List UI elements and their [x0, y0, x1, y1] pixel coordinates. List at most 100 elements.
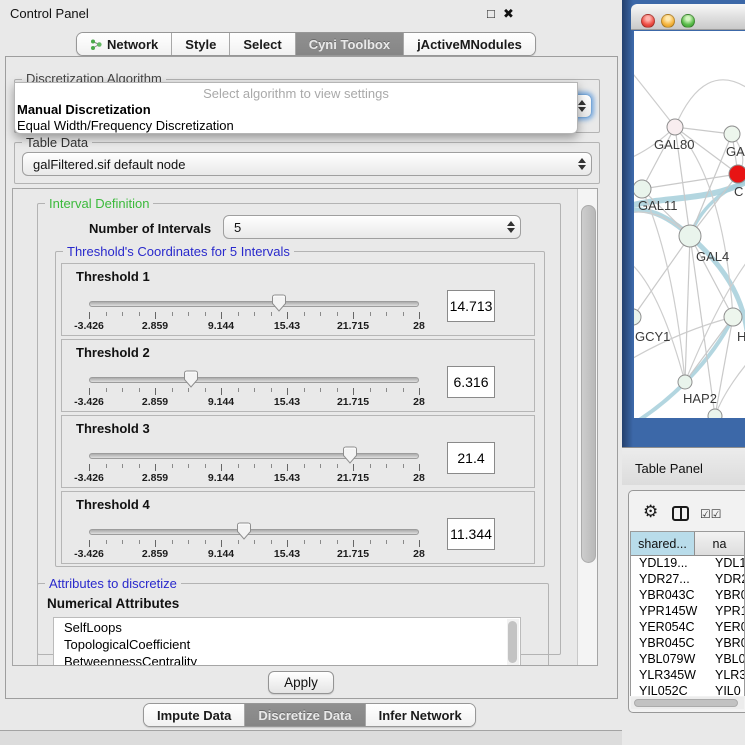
- list-item[interactable]: SelfLoops: [54, 618, 520, 635]
- slider-tick-labels: -3.4262.8599.14415.4321.71528: [89, 320, 419, 332]
- slider-ticks: [89, 464, 419, 472]
- settings-scroll-area: Interval Definition Number of Intervals …: [12, 188, 598, 666]
- network-node[interactable]: [667, 119, 683, 135]
- table-row[interactable]: YBR045CYBR0: [631, 636, 745, 652]
- list-item[interactable]: BetweennessCentrality: [54, 652, 520, 666]
- apply-button[interactable]: Apply: [268, 671, 334, 694]
- minor-tick: [254, 464, 255, 468]
- network-canvas[interactable]: GAL80GACGAL11GAL4GCY1HHAP2: [634, 31, 745, 418]
- slider-thumb[interactable]: [183, 370, 199, 388]
- numerical-attributes-list[interactable]: SelfLoopsTopologicalCoefficientBetweenne…: [53, 617, 521, 666]
- network-node[interactable]: [729, 165, 745, 183]
- network-edge[interactable]: [642, 174, 738, 189]
- tick-label: 28: [391, 396, 447, 408]
- dropdown-option-equal-width[interactable]: Equal Width/Frequency Discretization: [15, 117, 577, 133]
- network-node[interactable]: [724, 308, 742, 326]
- minor-tick: [320, 388, 321, 392]
- table-row[interactable]: YLR345WYLR3: [631, 668, 745, 684]
- checkboxes-icon[interactable]: ☑☑: [700, 507, 722, 521]
- minor-tick: [320, 464, 321, 468]
- minor-tick: [188, 312, 189, 316]
- float-window-icon[interactable]: □: [487, 6, 495, 21]
- gear-icon[interactable]: ⚙: [643, 503, 658, 520]
- slider-thumb[interactable]: [236, 522, 252, 540]
- network-window-titlebar[interactable]: [631, 4, 745, 30]
- threshold-value-field[interactable]: 14.713: [447, 290, 495, 322]
- network-edge[interactable]: [675, 127, 733, 317]
- tab-discretize-data[interactable]: Discretize Data: [245, 704, 365, 726]
- node-label: C: [734, 184, 743, 199]
- slider-track[interactable]: [89, 377, 419, 383]
- tab-cyni-toolbox[interactable]: Cyni Toolbox: [296, 33, 404, 55]
- network-node[interactable]: [634, 309, 641, 325]
- network-node[interactable]: [724, 126, 740, 142]
- minor-tick: [403, 312, 404, 316]
- minor-tick: [304, 464, 305, 468]
- table-row[interactable]: YDR27...YDR2: [631, 572, 745, 588]
- tick-label: 2.859: [127, 472, 183, 484]
- table-horizontal-scrollbar[interactable]: [631, 697, 744, 709]
- close-traffic-light[interactable]: [641, 14, 655, 28]
- tick-label: 21.715: [325, 472, 381, 484]
- slider-track[interactable]: [89, 301, 419, 307]
- table-rows: YDL19...YDL1YDR27...YDR2YBR043CYBR0YPR14…: [631, 556, 745, 695]
- tick-label: 28: [391, 320, 447, 332]
- table-data-combo[interactable]: galFiltered.sif default node: [22, 152, 592, 176]
- network-edge[interactable]: [685, 236, 690, 382]
- threshold-value-field[interactable]: 11.344: [447, 518, 495, 550]
- table-row[interactable]: YBR043CYBR0: [631, 588, 745, 604]
- tick-label: -3.426: [61, 396, 117, 408]
- number-of-intervals-combo[interactable]: 5: [223, 215, 521, 239]
- slider-thumb[interactable]: [342, 446, 358, 464]
- tick-label: 21.715: [325, 548, 381, 560]
- columns-icon[interactable]: [672, 506, 689, 521]
- desktop-strip: [0, 731, 622, 745]
- table-row[interactable]: YBL079WYBL0: [631, 652, 745, 668]
- major-tick: [353, 464, 354, 471]
- network-edge[interactable]: [675, 80, 745, 127]
- tab-style[interactable]: Style: [172, 33, 230, 55]
- settings-scrollbar-thumb[interactable]: [581, 205, 596, 563]
- network-node[interactable]: [708, 409, 722, 418]
- tab-network[interactable]: Network: [77, 33, 172, 55]
- threshold-value-field[interactable]: 21.4: [447, 442, 495, 474]
- top-tab-bar: Network Style Select Cyni Toolbox jActiv…: [76, 32, 536, 56]
- minor-tick: [205, 312, 206, 316]
- table-row[interactable]: YPR145WYPR1: [631, 604, 745, 620]
- network-edge[interactable]: [634, 69, 675, 127]
- column-header-shared-name[interactable]: shared...: [631, 532, 695, 555]
- dropdown-option-manual[interactable]: Manual Discretization: [15, 101, 577, 117]
- table-row[interactable]: YER054CYER0: [631, 620, 745, 636]
- node-label: GCY1: [635, 329, 670, 344]
- network-node[interactable]: [679, 225, 701, 247]
- minimize-traffic-light[interactable]: [661, 14, 675, 28]
- list-scrollbar[interactable]: [507, 619, 519, 666]
- settings-scrollbar[interactable]: [577, 189, 598, 666]
- minor-tick: [271, 312, 272, 316]
- list-item[interactable]: TopologicalCoefficient: [54, 635, 520, 652]
- node-label: HAP2: [683, 391, 717, 406]
- minor-tick: [238, 388, 239, 392]
- tab-jactivemnodules[interactable]: jActiveMNodules: [404, 33, 535, 55]
- threshold-panel: Threshold 2 -3.4262.8599.14415.4321.7152…: [61, 339, 535, 412]
- tab-impute-data[interactable]: Impute Data: [144, 704, 245, 726]
- table-row[interactable]: YIL052CYIL0: [631, 684, 745, 695]
- network-node[interactable]: [678, 375, 692, 389]
- slider-track[interactable]: [89, 529, 419, 535]
- close-icon[interactable]: ✖: [503, 6, 514, 22]
- minor-tick: [304, 312, 305, 316]
- tab-infer-network[interactable]: Infer Network: [366, 704, 475, 726]
- network-node[interactable]: [634, 180, 651, 198]
- slider-track[interactable]: [89, 453, 419, 459]
- table-row[interactable]: YDL19...YDL1: [631, 556, 745, 572]
- minor-tick: [271, 464, 272, 468]
- threshold-value-field[interactable]: 6.316: [447, 366, 495, 398]
- network-edge[interactable]: [690, 174, 738, 236]
- threshold-panel: Threshold 1 -3.4262.8599.14415.4321.7152…: [61, 263, 535, 336]
- minor-tick: [122, 540, 123, 544]
- tab-select[interactable]: Select: [230, 33, 295, 55]
- zoom-traffic-light[interactable]: [681, 14, 695, 28]
- column-header-name[interactable]: na: [695, 532, 744, 555]
- slider-thumb[interactable]: [271, 294, 287, 312]
- tick-label: 9.144: [193, 396, 249, 408]
